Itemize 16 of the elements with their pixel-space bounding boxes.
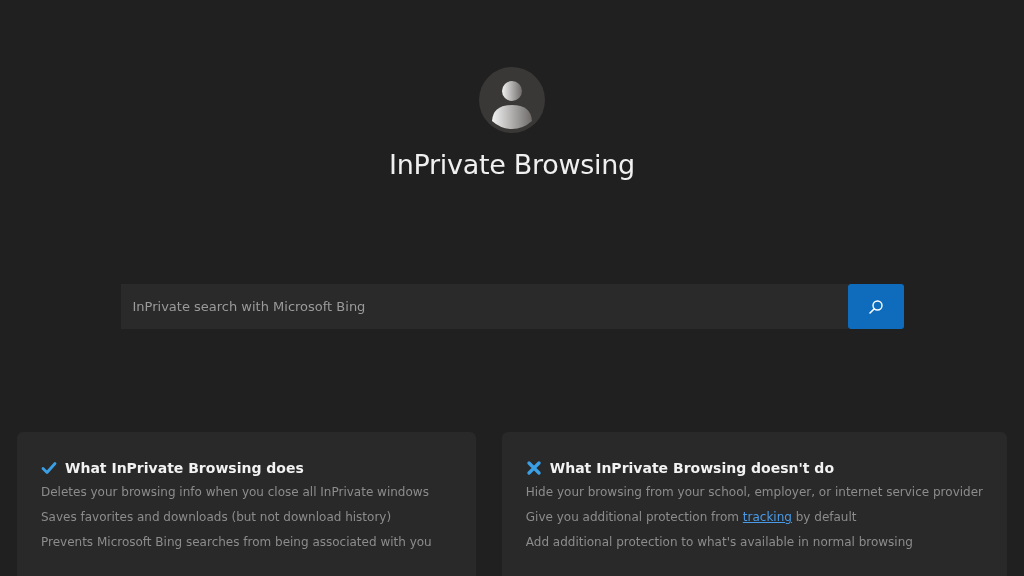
page-title: InPrivate Browsing	[389, 149, 635, 180]
search-button[interactable]	[847, 284, 904, 329]
tracking-link[interactable]: tracking	[742, 510, 792, 524]
checkmark-icon	[41, 460, 57, 476]
list-item: Hide your browsing from your school, employer, or internet service provider	[525, 484, 983, 501]
list-item: Add additional protection to what's available in normal browsing	[525, 534, 914, 551]
card-heading: What InPrivate Browsing does	[65, 460, 304, 476]
list-item: Give you additional protection from tracking by default	[525, 509, 858, 526]
list-item: Saves favorites and downloads (but not download history)	[41, 509, 393, 526]
search-field[interactable]: InPrivate search with Microsoft Bing	[120, 284, 848, 329]
cross-icon	[525, 460, 542, 476]
avatar-icon	[479, 67, 545, 133]
list-item: Prevents Microsoft Bing searches from being associated with you	[41, 534, 433, 551]
card-heading: What InPrivate Browsing doesn't do	[549, 460, 834, 476]
search-icon	[867, 298, 884, 315]
list-item: Deletes your browsing info when you close all InPrivate windows	[41, 484, 430, 501]
